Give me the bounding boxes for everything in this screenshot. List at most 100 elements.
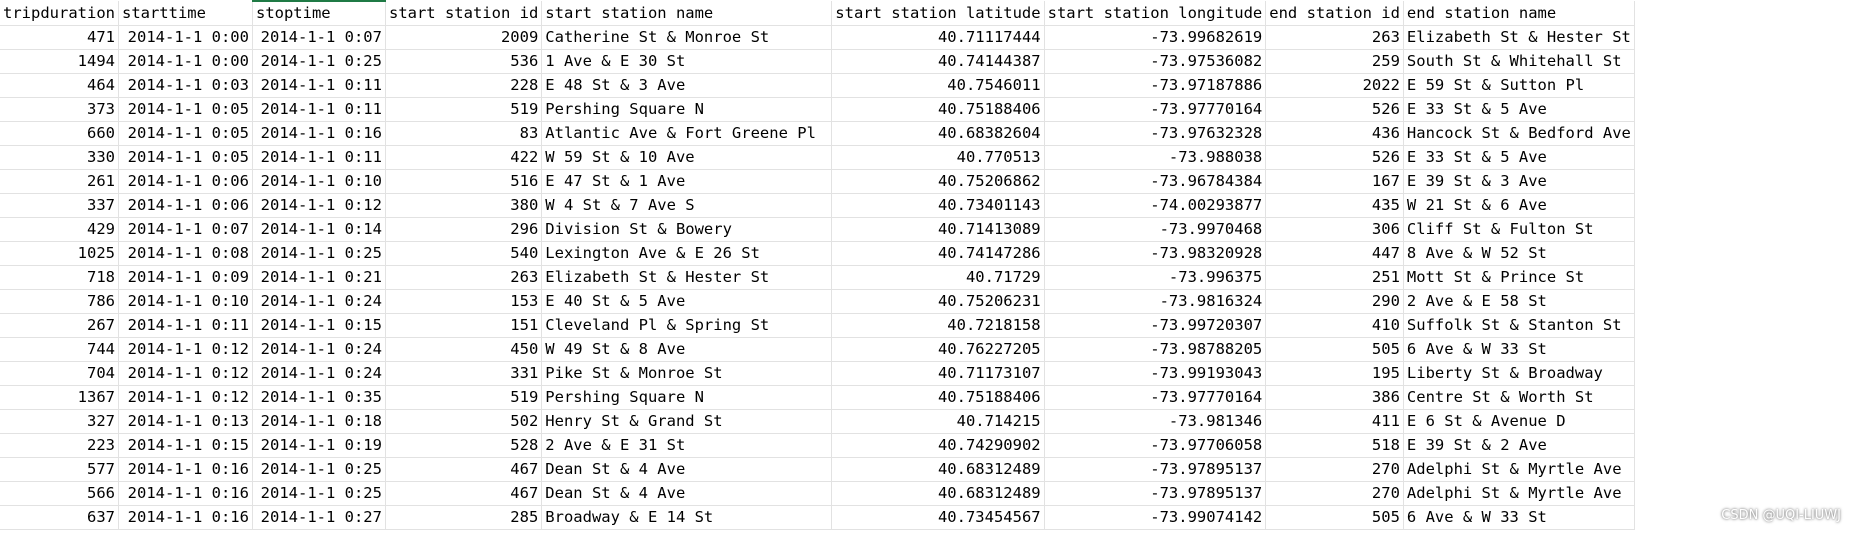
table-cell[interactable]: 40.71729 [831,265,1045,290]
table-cell[interactable]: Henry St & Grand St [541,409,833,434]
table-cell[interactable]: -73.9970468 [1044,217,1267,242]
table-cell[interactable]: W 21 St & 6 Ave [1403,193,1635,218]
table-cell[interactable]: 410 [1265,313,1404,338]
table-cell[interactable]: 386 [1265,385,1404,410]
column-header-cell[interactable]: stoptime [252,0,386,26]
table-cell[interactable]: 40.76227205 [831,337,1045,362]
table-cell[interactable]: 505 [1265,337,1404,362]
table-cell[interactable]: 6 Ave & W 33 St [1403,337,1635,362]
table-cell[interactable]: 2014-1-1 0:00 [118,25,253,50]
table-cell[interactable]: 2014-1-1 0:05 [118,97,253,122]
table-cell[interactable]: 263 [1265,25,1404,50]
table-cell[interactable]: E 39 St & 3 Ave [1403,169,1635,194]
table-cell[interactable]: 526 [1265,145,1404,170]
table-cell[interactable]: 251 [1265,265,1404,290]
table-cell[interactable]: 429 [0,217,119,242]
table-cell[interactable]: 1494 [0,49,119,74]
table-cell[interactable]: 330 [0,145,119,170]
table-cell[interactable]: 40.74290902 [831,433,1045,458]
table-cell[interactable]: 223 [0,433,119,458]
table-cell[interactable]: 2014-1-1 0:11 [118,313,253,338]
table-cell[interactable]: Cliff St & Fulton St [1403,217,1635,242]
table-cell[interactable]: 2014-1-1 0:14 [252,217,386,242]
table-cell[interactable]: 2014-1-1 0:10 [118,289,253,314]
table-cell[interactable]: 380 [385,193,543,218]
table-cell[interactable]: 1025 [0,241,119,266]
column-header-cell[interactable]: start station latitude [831,1,1045,26]
table-cell[interactable]: 40.71173107 [831,361,1045,386]
table-cell[interactable]: -73.97895137 [1044,457,1267,482]
table-cell[interactable]: 2014-1-1 0:05 [118,121,253,146]
table-cell[interactable]: -73.99193043 [1044,361,1267,386]
table-cell[interactable]: 2014-1-1 0:18 [252,409,386,434]
table-cell[interactable]: -73.99682619 [1044,25,1267,50]
table-cell[interactable]: E 47 St & 1 Ave [541,169,833,194]
table-cell[interactable]: 518 [1265,433,1404,458]
table-cell[interactable]: 270 [1265,481,1404,506]
table-cell[interactable]: 450 [385,337,543,362]
table-cell[interactable]: 540 [385,241,543,266]
table-cell[interactable]: 536 [385,49,543,74]
table-cell[interactable]: Atlantic Ave & Fort Greene Pl [541,121,833,146]
table-cell[interactable]: 2014-1-1 0:08 [118,241,253,266]
table-cell[interactable]: 637 [0,505,119,530]
table-cell[interactable]: 2 Ave & E 58 St [1403,289,1635,314]
table-cell[interactable]: 744 [0,337,119,362]
table-cell[interactable]: 2014-1-1 0:24 [252,361,386,386]
table-cell[interactable]: Liberty St & Broadway [1403,361,1635,386]
table-cell[interactable]: 6 Ave & W 33 St [1403,505,1635,530]
table-cell[interactable]: 331 [385,361,543,386]
table-cell[interactable]: 435 [1265,193,1404,218]
table-cell[interactable]: 2014-1-1 0:05 [118,145,253,170]
table-cell[interactable]: W 49 St & 8 Ave [541,337,833,362]
table-cell[interactable]: -73.996375 [1044,265,1267,290]
table-cell[interactable]: 2014-1-1 0:09 [118,265,253,290]
table-cell[interactable]: 411 [1265,409,1404,434]
table-cell[interactable]: 2014-1-1 0:24 [252,289,386,314]
table-cell[interactable]: -73.97770164 [1044,385,1267,410]
table-cell[interactable]: 2014-1-1 0:19 [252,433,386,458]
table-cell[interactable]: 2014-1-1 0:25 [252,481,386,506]
table-cell[interactable]: 464 [0,73,119,98]
table-cell[interactable]: -73.97187886 [1044,73,1267,98]
table-cell[interactable]: Broadway & E 14 St [541,505,833,530]
table-cell[interactable]: 2014-1-1 0:07 [118,217,253,242]
table-cell[interactable]: 528 [385,433,543,458]
table-cell[interactable]: 40.68312489 [831,457,1045,482]
table-cell[interactable]: 327 [0,409,119,434]
table-cell[interactable]: 228 [385,73,543,98]
table-cell[interactable]: 195 [1265,361,1404,386]
table-cell[interactable]: 2014-1-1 0:06 [118,169,253,194]
table-cell[interactable]: -73.97632328 [1044,121,1267,146]
table-cell[interactable]: 566 [0,481,119,506]
table-cell[interactable]: W 59 St & 10 Ave [541,145,833,170]
table-cell[interactable]: 267 [0,313,119,338]
table-cell[interactable]: 2014-1-1 0:25 [252,49,386,74]
table-cell[interactable]: 290 [1265,289,1404,314]
table-cell[interactable]: 2014-1-1 0:15 [118,433,253,458]
table-cell[interactable]: 2014-1-1 0:11 [252,97,386,122]
table-cell[interactable]: 704 [0,361,119,386]
table-cell[interactable]: 263 [385,265,543,290]
table-cell[interactable]: 40.73454567 [831,505,1045,530]
table-cell[interactable]: 40.714215 [831,409,1045,434]
table-cell[interactable]: Centre St & Worth St [1403,385,1635,410]
table-cell[interactable]: Elizabeth St & Hester St [541,265,833,290]
table-cell[interactable]: E 48 St & 3 Ave [541,73,833,98]
table-cell[interactable]: -73.9816324 [1044,289,1267,314]
table-cell[interactable]: Pershing Square N [541,97,833,122]
table-cell[interactable]: 285 [385,505,543,530]
table-cell[interactable]: -73.98788205 [1044,337,1267,362]
table-cell[interactable]: 2014-1-1 0:11 [252,73,386,98]
table-cell[interactable]: 2014-1-1 0:25 [252,457,386,482]
table-cell[interactable]: 2014-1-1 0:03 [118,73,253,98]
table-cell[interactable]: Pike St & Monroe St [541,361,833,386]
table-cell[interactable]: -73.97770164 [1044,97,1267,122]
table-cell[interactable]: 40.75188406 [831,385,1045,410]
table-cell[interactable]: 718 [0,265,119,290]
table-cell[interactable]: 577 [0,457,119,482]
table-cell[interactable]: 40.71413089 [831,217,1045,242]
column-header-cell[interactable]: start station name [541,1,833,26]
table-cell[interactable]: 660 [0,121,119,146]
table-cell[interactable]: 270 [1265,457,1404,482]
